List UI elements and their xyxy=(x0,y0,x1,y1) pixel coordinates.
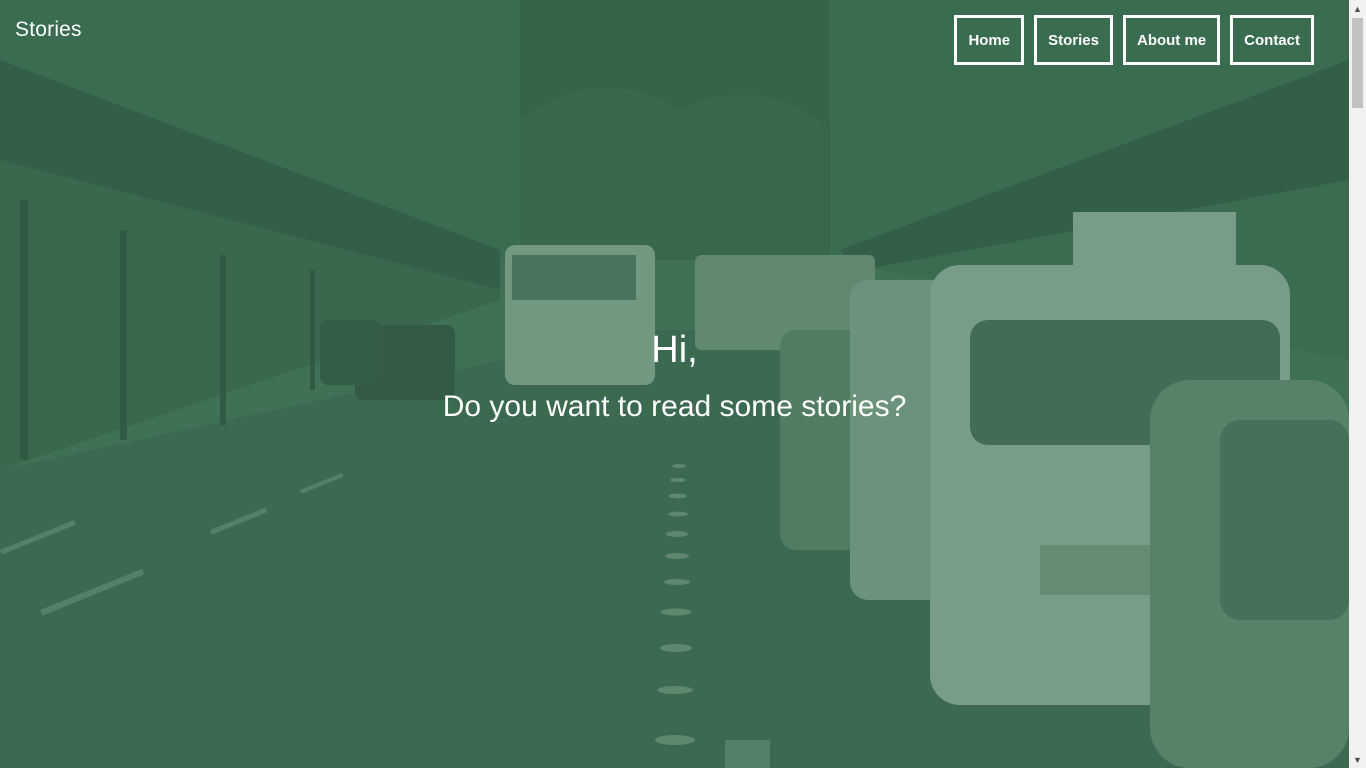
site-brand[interactable]: Stories xyxy=(15,18,82,42)
main-nav: Home Stories About me Contact xyxy=(954,15,1314,65)
hero-greeting: Hi, xyxy=(651,329,698,371)
nav-about-me-button[interactable]: About me xyxy=(1122,15,1221,65)
hero-subtitle: Do you want to read some stories? xyxy=(442,390,907,423)
hero-text: Hi, Do you want to read some stories? xyxy=(0,325,1349,429)
scroll-up-arrow-icon[interactable]: ▲ xyxy=(1349,0,1366,17)
nav-contact-button[interactable]: Contact xyxy=(1230,15,1314,65)
nav-home-button[interactable]: Home xyxy=(954,15,1025,65)
nav-stories-button[interactable]: Stories xyxy=(1034,15,1113,65)
vertical-scrollbar[interactable]: ▲ ▼ xyxy=(1349,0,1366,768)
page: Stories Home Stories About me Contact Hi… xyxy=(0,0,1349,768)
scrollbar-thumb[interactable] xyxy=(1352,18,1363,108)
scroll-down-arrow-icon[interactable]: ▼ xyxy=(1349,751,1366,768)
